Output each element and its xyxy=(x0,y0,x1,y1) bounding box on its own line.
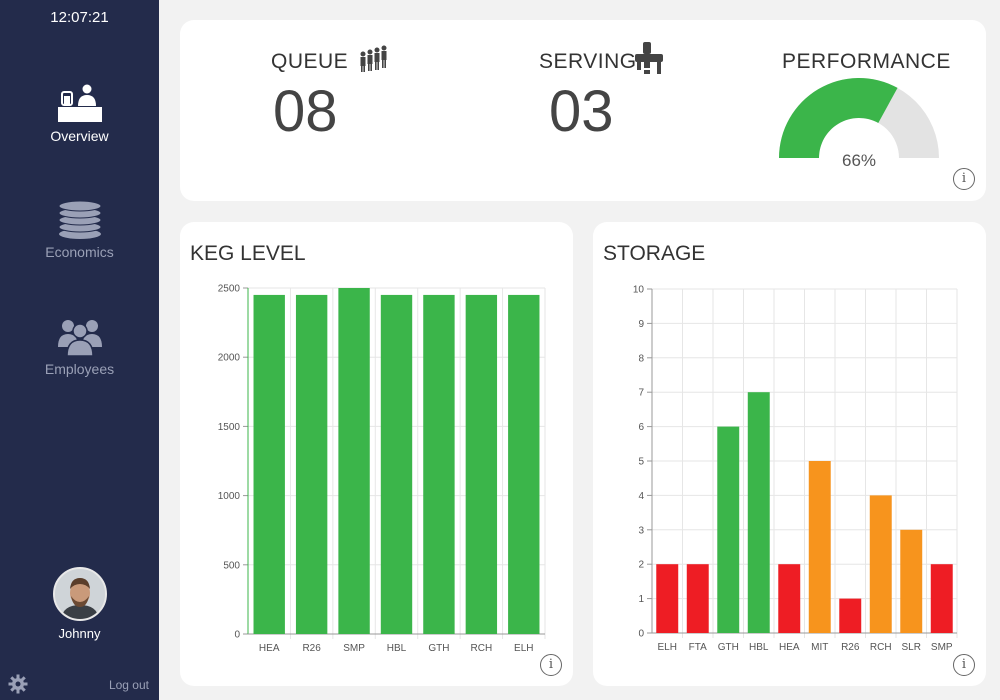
storage-bar-hea[interactable] xyxy=(778,564,801,633)
keg-bar-hea[interactable] xyxy=(253,294,285,634)
keg-ytick-label: 0 xyxy=(234,630,240,641)
storage-xtick-label: R26 xyxy=(841,642,860,653)
info-icon[interactable]: i xyxy=(540,654,562,676)
storage-card: STORAGE 0 1 2 3 4 5 6 7 8 9 10 ELH FTA GTH HBL HEA MIT R2… xyxy=(593,222,986,686)
logout-link[interactable]: Log out xyxy=(109,678,149,692)
storage-bar-slr[interactable] xyxy=(900,529,923,633)
keg-xtick-label: HEA xyxy=(259,643,280,654)
queue-label: QUEUE xyxy=(271,50,349,73)
serving-value: 03 xyxy=(549,79,614,144)
storage-ytick-label: 3 xyxy=(638,525,644,536)
queue-value: 08 xyxy=(273,79,338,144)
nav-overview-label: Overview xyxy=(50,128,109,144)
keg-bar-hbl[interactable] xyxy=(380,294,413,634)
keg-bar-r26[interactable] xyxy=(295,294,328,634)
storage-bar-rch[interactable] xyxy=(869,495,892,633)
stats-card: QUEUE 08 SERVING 03 PERFORMANCE 66% i xyxy=(180,20,986,201)
storage-chart: 0 1 2 3 4 5 6 7 8 9 10 ELH FTA GTH HBL HEA MIT R26 RCH SLR S… xyxy=(633,285,958,653)
gauge-fill xyxy=(779,78,898,158)
keg-xtick-label: R26 xyxy=(302,643,321,654)
storage-xtick-label: ELH xyxy=(658,642,677,653)
storage-xtick-label: SLR xyxy=(902,642,921,653)
avatar[interactable] xyxy=(52,567,107,621)
sidebar: 12:07:21 Overview Economics Employees Jo… xyxy=(0,0,159,700)
keg-xtick-label: RCH xyxy=(471,643,493,654)
storage-ytick-label: 9 xyxy=(638,319,644,330)
group-icon xyxy=(57,320,102,357)
storage-bar-elh[interactable] xyxy=(656,564,679,633)
keg-xtick-label: HBL xyxy=(387,643,407,654)
avatar-image xyxy=(54,569,105,619)
nav-economics[interactable]: Economics xyxy=(0,200,159,260)
keg-xtick-label: GTH xyxy=(428,643,449,654)
storage-xtick-label: MIT xyxy=(811,642,828,653)
storage-ytick-label: 7 xyxy=(638,388,644,399)
keg-ytick-label: 500 xyxy=(223,560,240,571)
serving-label: SERVING xyxy=(539,50,637,73)
performance-label: PERFORMANCE xyxy=(782,50,951,73)
storage-ytick-label: 8 xyxy=(638,353,644,364)
performance-gauge xyxy=(779,78,939,158)
storage-xtick-label: GTH xyxy=(718,642,739,653)
keg-xtick-label: ELH xyxy=(514,643,533,654)
keg-ytick-label: 2000 xyxy=(218,353,241,364)
keg-level-chart: 0 500 1000 1500 2000 2500 HEA R26 SMP HBL GTH RCH EL… xyxy=(218,284,546,654)
nav-overview[interactable]: Overview xyxy=(0,84,159,144)
storage-bar-r26[interactable] xyxy=(839,598,862,633)
storage-ytick-label: 4 xyxy=(638,491,644,502)
storage-xtick-label: RCH xyxy=(870,642,892,653)
coins-icon xyxy=(58,200,101,239)
storage-ytick-label: 6 xyxy=(638,422,644,433)
clock: 12:07:21 xyxy=(50,9,109,26)
info-icon[interactable]: i xyxy=(953,168,975,190)
gear-icon[interactable] xyxy=(8,674,28,694)
storage-bar-mit[interactable] xyxy=(808,461,831,633)
storage-bar-hbl[interactable] xyxy=(747,392,770,633)
keg-bar-smp[interactable] xyxy=(338,288,370,634)
keg-ytick-label: 2500 xyxy=(218,284,241,295)
keg-xtick-label: SMP xyxy=(343,643,365,654)
storage-ytick-label: 0 xyxy=(638,629,644,640)
people-queue-icon xyxy=(360,45,387,72)
nav-employees-label: Employees xyxy=(44,361,115,377)
storage-xtick-label: FTA xyxy=(689,642,707,653)
storage-ytick-label: 2 xyxy=(638,560,644,571)
nav-economics-label: Economics xyxy=(45,244,114,260)
storage-ytick-label: 1 xyxy=(638,594,644,605)
keg-ytick-label: 1500 xyxy=(218,422,241,433)
keg-bar-rch[interactable] xyxy=(465,294,498,634)
beer-tap-icon xyxy=(635,42,663,74)
user-profile[interactable]: Johnny xyxy=(0,567,159,641)
user-name: Johnny xyxy=(58,626,101,641)
storage-xtick-label: HEA xyxy=(779,642,800,653)
keg-bar-gth[interactable] xyxy=(423,294,455,634)
storage-ytick-label: 5 xyxy=(638,457,644,468)
bar-counter-icon xyxy=(57,84,102,122)
keg-bar-elh[interactable] xyxy=(508,294,540,634)
keg-ytick-label: 1000 xyxy=(218,491,241,502)
storage-bar-fta[interactable] xyxy=(686,564,709,633)
nav-employees[interactable]: Employees xyxy=(0,317,159,377)
storage-bar-gth[interactable] xyxy=(717,426,740,633)
info-icon[interactable]: i xyxy=(953,654,975,676)
performance-value: 66% xyxy=(841,151,877,170)
storage-bar-smp[interactable] xyxy=(930,564,953,633)
storage-ytick-label: 10 xyxy=(633,285,645,296)
storage-xtick-label: SMP xyxy=(931,642,953,653)
storage-xtick-label: HBL xyxy=(749,642,769,653)
keg-level-card: KEG LEVEL 0 500 1000 1500 2000 2500 HEA R26 SMP H… xyxy=(180,222,573,686)
